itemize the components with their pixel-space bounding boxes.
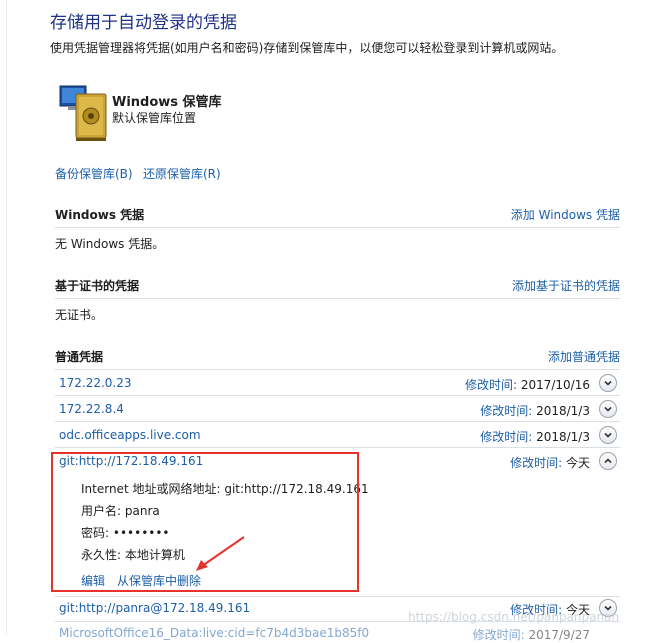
page-description: 使用凭据管理器将凭据(如用户名和密码)存储到保管库中，以便您可以轻松登录到计算机… (50, 41, 564, 55)
divider (55, 227, 620, 228)
divider (55, 447, 620, 448)
backup-vault-link[interactable]: 备份保管库(B) (55, 165, 133, 182)
watermark: https://blog.csdn.net/panpanpanan (408, 610, 620, 624)
vault-name: Windows 保管库 (112, 95, 222, 110)
generic-credentials-title: 普通凭据 (55, 350, 104, 364)
add-generic-credential-link[interactable]: 添加普通凭据 (548, 348, 620, 365)
vault-icon (56, 80, 110, 144)
collapse-chevron-icon[interactable] (599, 452, 617, 470)
windows-credentials-title: Windows 凭据 (55, 208, 145, 222)
divider (55, 298, 620, 299)
credential-modified: 修改时间: 今天 (510, 456, 590, 470)
credential-modified: 修改时间: 2018/1/3 (480, 430, 590, 444)
credential-item-name[interactable]: 172.22.0.23 (59, 376, 132, 390)
windows-credentials-empty: 无 Windows 凭据。 (55, 237, 165, 251)
page-title: 存储用于自动登录的凭据 (50, 13, 237, 33)
window-edge (6, 0, 7, 635)
credential-item-name[interactable]: git:http://panra@172.18.49.161 (59, 601, 250, 615)
credential-modified: 修改时间: 2018/1/3 (480, 404, 590, 418)
vault-subtitle: 默认保管库位置 (112, 111, 197, 125)
restore-vault-link[interactable]: 还原保管库(R) (143, 165, 221, 182)
add-windows-credential-link[interactable]: 添加 Windows 凭据 (511, 206, 620, 223)
divider (55, 369, 620, 370)
credential-item-name[interactable]: MicrosoftOffice16_Data:live:cid=fc7b4d3b… (59, 626, 389, 640)
certificate-credentials-empty: 无证书。 (55, 308, 104, 322)
certificate-credentials-title: 基于证书的凭据 (55, 279, 140, 293)
divider (55, 421, 620, 422)
expand-chevron-icon[interactable] (599, 426, 617, 444)
credential-item-name[interactable]: 172.22.8.4 (59, 402, 124, 416)
expand-chevron-icon[interactable] (599, 400, 617, 418)
credential-modified: 修改时间: 2017/10/16 (464, 378, 590, 392)
annotation-arrow-icon (196, 536, 245, 571)
credential-item-name[interactable]: odc.officeapps.live.com (59, 428, 201, 442)
add-certificate-credential-link[interactable]: 添加基于证书的凭据 (512, 277, 620, 294)
divider (55, 596, 620, 597)
divider (55, 395, 620, 396)
expand-chevron-icon[interactable] (599, 374, 617, 392)
